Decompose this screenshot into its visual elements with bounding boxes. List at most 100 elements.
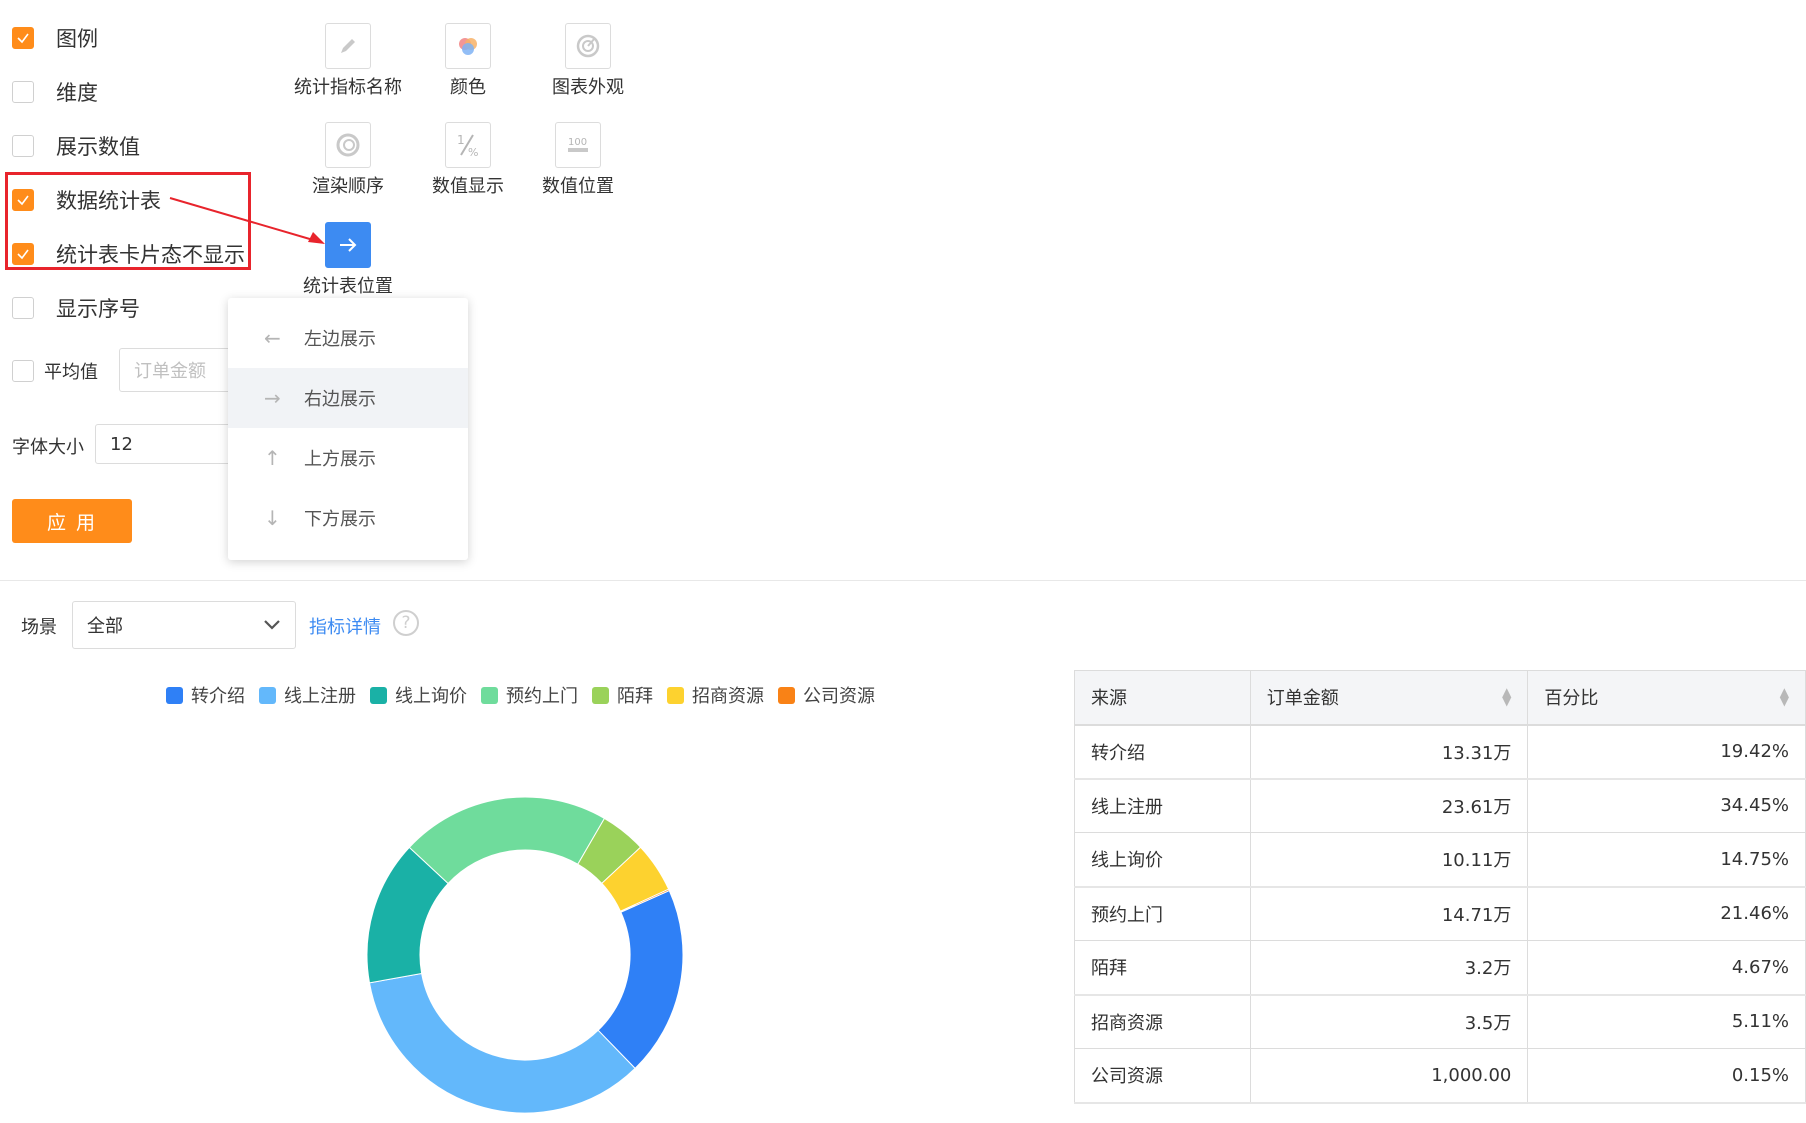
tool-label: 数值位置 — [542, 176, 614, 197]
font-size-input[interactable]: 12 — [95, 424, 235, 464]
table-row: 转介绍 13.31万 19.42% — [1074, 724, 1806, 780]
legend-item[interactable]: 线上注册 — [259, 682, 356, 708]
svg-text:%: % — [468, 146, 478, 159]
apply-button[interactable]: 应 用 — [12, 499, 132, 543]
arrow-right-icon — [340, 238, 357, 252]
tool-metric-name[interactable]: 统计指标名称 — [288, 23, 408, 99]
table-header-row: 来源 订单金额 ▲ ▼ 百分比 ▲ ▼ — [1074, 670, 1806, 726]
option-row[interactable]: 展示数值 — [12, 131, 140, 161]
arrow-left-icon: ← — [264, 326, 281, 350]
svg-text:100: 100 — [568, 137, 587, 148]
average-option[interactable]: 平均值 — [12, 356, 98, 386]
chart-legend: 转介绍 线上注册 线上询价 预约上门 陌拜 招商资源 公司资源 — [166, 682, 889, 708]
tool-value-position[interactable]: 100 数值位置 — [518, 122, 638, 198]
legend-item[interactable]: 线上询价 — [370, 682, 467, 708]
cell-amount: 3.2万 — [1249, 940, 1529, 996]
tool-label: 统计表位置 — [303, 276, 393, 297]
sort-icon[interactable]: ▲ ▼ — [1502, 686, 1511, 707]
column-header-label: 百分比 — [1544, 688, 1599, 710]
legend-item[interactable]: 陌拜 — [592, 682, 653, 708]
option-row[interactable]: 显示序号 — [12, 293, 140, 323]
option-checkbox[interactable] — [12, 297, 34, 319]
cell-source: 预约上门 — [1074, 886, 1251, 941]
option-checkbox[interactable] — [12, 81, 34, 103]
average-label: 平均值 — [44, 362, 98, 383]
legend-item[interactable]: 招商资源 — [667, 682, 764, 708]
color-palette-icon — [459, 38, 477, 55]
help-icon[interactable]: ? — [393, 610, 419, 636]
chevron-down-icon — [264, 620, 280, 630]
sort-icon[interactable]: ▲ ▼ — [1780, 686, 1789, 707]
legend-label: 公司资源 — [803, 686, 875, 707]
donut-slice-4[interactable] — [408, 796, 606, 885]
tool-value-display[interactable]: 1% 数值显示 — [408, 122, 528, 198]
cell-amount: 23.61万 — [1249, 778, 1529, 833]
legend-item[interactable]: 预约上门 — [481, 682, 578, 708]
tool-label: 图表外观 — [552, 77, 624, 98]
render-order-icon — [336, 133, 360, 157]
donut-slice-1[interactable] — [597, 889, 684, 1070]
column-header-percent[interactable]: 百分比 ▲ ▼ — [1527, 670, 1806, 726]
legend-swatch — [667, 686, 684, 704]
donut-slice-2[interactable] — [368, 972, 636, 1114]
table-row: 公司资源 1,000.00 0.15% — [1074, 1048, 1806, 1104]
cell-amount: 14.71万 — [1249, 886, 1529, 941]
cell-percent: 34.45% — [1527, 778, 1806, 833]
position-option[interactable]: → 右边展示 — [228, 368, 468, 428]
column-header-source: 来源 — [1074, 670, 1251, 726]
tool-label: 颜色 — [450, 77, 486, 98]
option-checkbox[interactable] — [12, 135, 34, 157]
position-option[interactable]: ← 左边展示 — [228, 308, 468, 368]
option-label: 图例 — [56, 27, 98, 51]
legend-label: 转介绍 — [191, 686, 245, 707]
check-icon — [17, 33, 29, 44]
arrow-down-icon: ↓ — [264, 506, 281, 530]
average-checkbox[interactable] — [12, 360, 34, 382]
position-option[interactable]: ↓ 下方展示 — [228, 488, 468, 548]
tool-render-order[interactable]: 渲染顺序 — [288, 122, 408, 198]
legend-item[interactable]: 转介绍 — [166, 682, 245, 708]
cell-source: 线上询价 — [1074, 832, 1251, 888]
cell-amount: 1,000.00 — [1249, 1048, 1529, 1104]
arrow-right-icon: → — [264, 386, 281, 410]
section-divider — [0, 580, 1806, 581]
tool-label: 数值显示 — [432, 176, 504, 197]
cell-source: 公司资源 — [1074, 1048, 1251, 1104]
option-checkbox[interactable] — [12, 27, 34, 49]
svg-text:1: 1 — [457, 133, 465, 147]
option-row[interactable]: 维度 — [12, 77, 98, 107]
position-option[interactable]: ↑ 上方展示 — [228, 428, 468, 488]
cell-source: 陌拜 — [1074, 940, 1251, 996]
pencil-icon — [341, 39, 355, 53]
font-size-label: 字体大小 — [12, 437, 84, 458]
scene-select-value: 全部 — [87, 616, 123, 637]
legend-swatch — [481, 686, 498, 704]
scene-select[interactable]: 全部 — [72, 601, 296, 649]
scene-label: 场景 — [21, 617, 57, 638]
tool-table-position[interactable]: 统计表位置 — [288, 222, 408, 298]
option-row[interactable]: 图例 — [12, 23, 98, 53]
table-row: 线上询价 10.11万 14.75% — [1074, 832, 1806, 888]
option-label: 维度 — [56, 81, 98, 105]
cell-amount: 13.31万 — [1249, 724, 1529, 780]
cell-source: 转介绍 — [1074, 724, 1251, 780]
tool-label: 渲染顺序 — [312, 176, 384, 197]
statistics-table: 来源 订单金额 ▲ ▼ 百分比 ▲ ▼ 转介绍 13.31万 19.42% 线上注册 23.61… — [1074, 670, 1806, 1104]
metric-details-link[interactable]: 指标详情 — [309, 613, 381, 639]
column-header-amount[interactable]: 订单金额 ▲ ▼ — [1249, 670, 1529, 726]
legend-label: 陌拜 — [617, 686, 653, 707]
cell-percent: 4.67% — [1527, 940, 1806, 996]
cell-amount: 10.11万 — [1249, 832, 1529, 888]
option-label: 显示序号 — [56, 297, 140, 321]
cell-percent: 5.11% — [1527, 994, 1806, 1049]
tool-chart-appearance[interactable]: 图表外观 — [528, 23, 648, 99]
table-row: 陌拜 3.2万 4.67% — [1074, 940, 1806, 996]
legend-item[interactable]: 公司资源 — [778, 682, 875, 708]
legend-label: 线上询价 — [395, 686, 467, 707]
cell-source: 线上注册 — [1074, 778, 1251, 833]
legend-swatch — [592, 686, 609, 704]
tool-label: 统计指标名称 — [294, 77, 402, 98]
table-position-menu: ← 左边展示 → 右边展示 ↑ 上方展示 ↓ 下方展示 — [228, 298, 468, 560]
legend-label: 招商资源 — [692, 686, 764, 707]
tool-color[interactable]: 颜色 — [408, 23, 528, 99]
